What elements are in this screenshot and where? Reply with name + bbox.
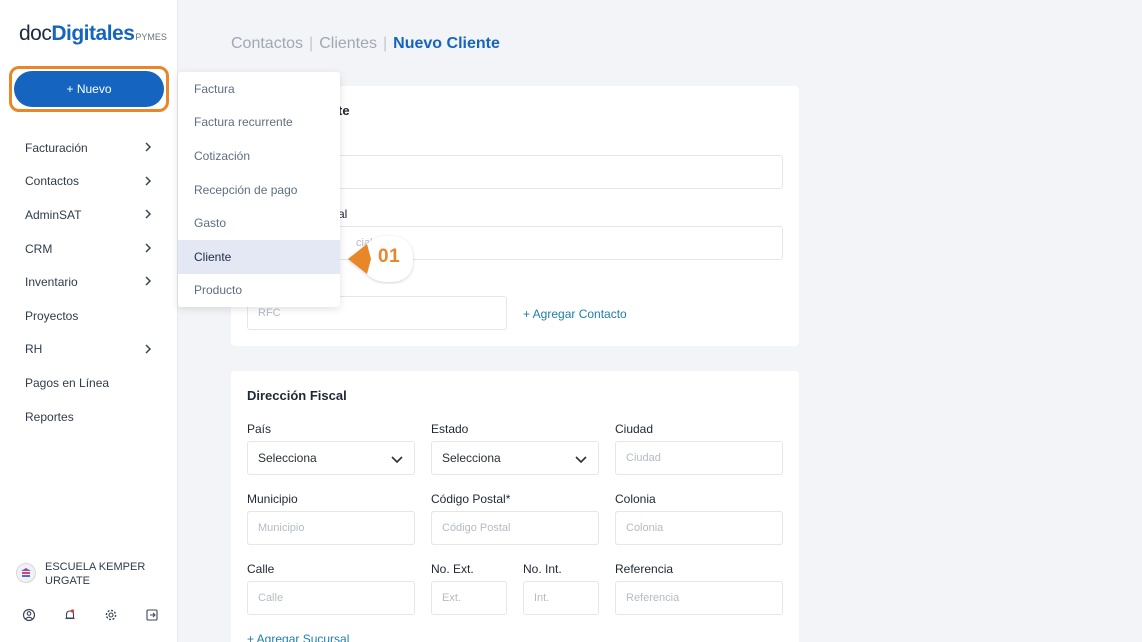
sidebar-item-adminsat[interactable]: AdminSAT [0, 198, 178, 232]
breadcrumb-separator: | [383, 35, 388, 52]
colonia-label: Colonia [615, 492, 656, 506]
no-ext-input[interactable]: Ext. [431, 581, 507, 615]
sidebar-item-label: CRM [25, 241, 53, 256]
bell-icon[interactable] [63, 608, 77, 622]
referencia-placeholder: Referencia [626, 592, 680, 604]
estado-label: Estado [431, 422, 469, 436]
sidebar-item-label: Pagos en Línea [25, 375, 110, 390]
colonia-input[interactable]: Colonia [615, 511, 783, 545]
municipio-placeholder: Municipio [258, 522, 305, 534]
no-int-placeholder: Int. [534, 592, 550, 604]
no-int-input[interactable]: Int. [523, 581, 599, 615]
sidebar-item-label: Contactos [25, 174, 80, 189]
sidebar-item-crm[interactable]: CRM [0, 232, 178, 266]
sidebar-item-contactos[interactable]: Contactos [0, 165, 178, 199]
sidebar-item-label: AdminSAT [25, 207, 82, 222]
logo-pymes: PYMES [135, 32, 167, 42]
sidebar-item-reportes[interactable]: Reportes [0, 400, 178, 434]
menu-item-cotizacion[interactable]: Cotización [178, 139, 340, 173]
pais-value: Selecciona [258, 451, 317, 465]
sidebar-bottom-icons [22, 608, 159, 622]
logo-doc: doc [19, 22, 52, 45]
rfc-placeholder: RFC [258, 307, 281, 319]
sidebar-nav: Facturación Contactos AdminSAT CRM Inven… [0, 131, 178, 433]
chevron-down-icon [391, 456, 403, 464]
calle-placeholder: Calle [258, 592, 284, 604]
sidebar-item-label: RH [25, 342, 43, 357]
referencia-label: Referencia [615, 562, 674, 576]
add-branch-link[interactable]: + Agregar Sucursal [247, 632, 349, 642]
ciudad-label: Ciudad [615, 422, 654, 436]
menu-item-factura[interactable]: Factura [178, 72, 340, 106]
menu-item-cliente[interactable]: Cliente [178, 239, 340, 274]
chevron-right-icon [145, 142, 152, 152]
user-circle-icon[interactable] [22, 608, 36, 622]
estado-select[interactable]: Selecciona [431, 441, 599, 475]
sidebar-item-rh[interactable]: RH [0, 333, 178, 367]
card-title: Dirección Fiscal [247, 388, 347, 403]
gear-icon[interactable] [104, 608, 118, 622]
chevron-right-icon [145, 243, 152, 253]
sidebar-item-label: Facturación [25, 140, 88, 155]
calle-input[interactable]: Calle [247, 581, 415, 615]
new-button[interactable]: + Nuevo [14, 71, 164, 107]
menu-item-factura-recurrente[interactable]: Factura recurrente [178, 106, 340, 140]
sidebar-item-proyectos[interactable]: Proyectos [0, 299, 178, 333]
colonia-placeholder: Colonia [626, 522, 664, 534]
user-profile[interactable]: ESCUELA KEMPER URGATE [16, 560, 155, 588]
calle-label: Calle [247, 562, 275, 576]
pais-select[interactable]: Selecciona [247, 441, 415, 475]
sidebar-item-inventario[interactable]: Inventario [0, 265, 178, 299]
chevron-right-icon [145, 276, 152, 286]
school-logo-icon [21, 568, 31, 577]
ciudad-input[interactable]: Ciudad [615, 441, 783, 475]
pais-label: País [247, 422, 272, 436]
new-button-highlight: + Nuevo [9, 66, 169, 112]
menu-item-recepcion-de-pago[interactable]: Recepción de pago [178, 173, 340, 207]
estado-value: Selecciona [442, 451, 501, 465]
no-int-label: No. Int. [523, 562, 562, 576]
sidebar-item-label: Reportes [25, 409, 74, 424]
breadcrumb-current: Nuevo Cliente [393, 35, 500, 52]
codigo-postal-placeholder: Código Postal [442, 522, 511, 534]
step-number: 01 [378, 246, 401, 267]
logout-icon[interactable] [145, 608, 159, 622]
chevron-right-icon [145, 344, 152, 354]
sidebar: docDigitalesPYMES + Nuevo Facturación Co… [0, 0, 178, 642]
menu-item-producto[interactable]: Producto [178, 274, 340, 308]
logo-digitales: Digitales [51, 22, 135, 45]
add-contact-link[interactable]: + Agregar Contacto [523, 307, 627, 321]
breadcrumb: Contactos | Clientes | Nuevo Cliente [231, 35, 500, 53]
codigo-postal-label: Código Postal* [431, 492, 511, 506]
breadcrumb-clientes[interactable]: Clientes [319, 35, 377, 52]
sidebar-item-label: Proyectos [25, 308, 79, 323]
sidebar-item-pagos-en-linea[interactable]: Pagos en Línea [0, 366, 178, 400]
chevron-right-icon [145, 176, 152, 186]
no-ext-label: No. Ext. [431, 562, 474, 576]
fiscal-address-card: Dirección Fiscal País Selecciona Estado … [231, 371, 799, 642]
codigo-postal-input[interactable]: Código Postal [431, 511, 599, 545]
new-dropdown-menu: Factura Factura recurrente Cotización Re… [178, 72, 340, 307]
referencia-input[interactable]: Referencia [615, 581, 783, 615]
user-name: ESCUELA KEMPER URGATE [45, 561, 146, 587]
avatar [16, 563, 36, 583]
municipio-input[interactable]: Municipio [247, 511, 415, 545]
sidebar-item-facturacion[interactable]: Facturación [0, 131, 178, 165]
chevron-right-icon [145, 209, 152, 219]
ciudad-placeholder: Ciudad [626, 452, 661, 464]
app-logo[interactable]: docDigitalesPYMES [19, 22, 167, 46]
breadcrumb-separator: | [309, 35, 314, 52]
menu-item-gasto[interactable]: Gasto [178, 206, 340, 240]
breadcrumb-contactos[interactable]: Contactos [231, 35, 303, 52]
municipio-label: Municipio [247, 492, 298, 506]
chevron-down-icon [575, 456, 587, 464]
no-ext-placeholder: Ext. [442, 592, 461, 604]
sidebar-item-label: Inventario [25, 275, 78, 290]
